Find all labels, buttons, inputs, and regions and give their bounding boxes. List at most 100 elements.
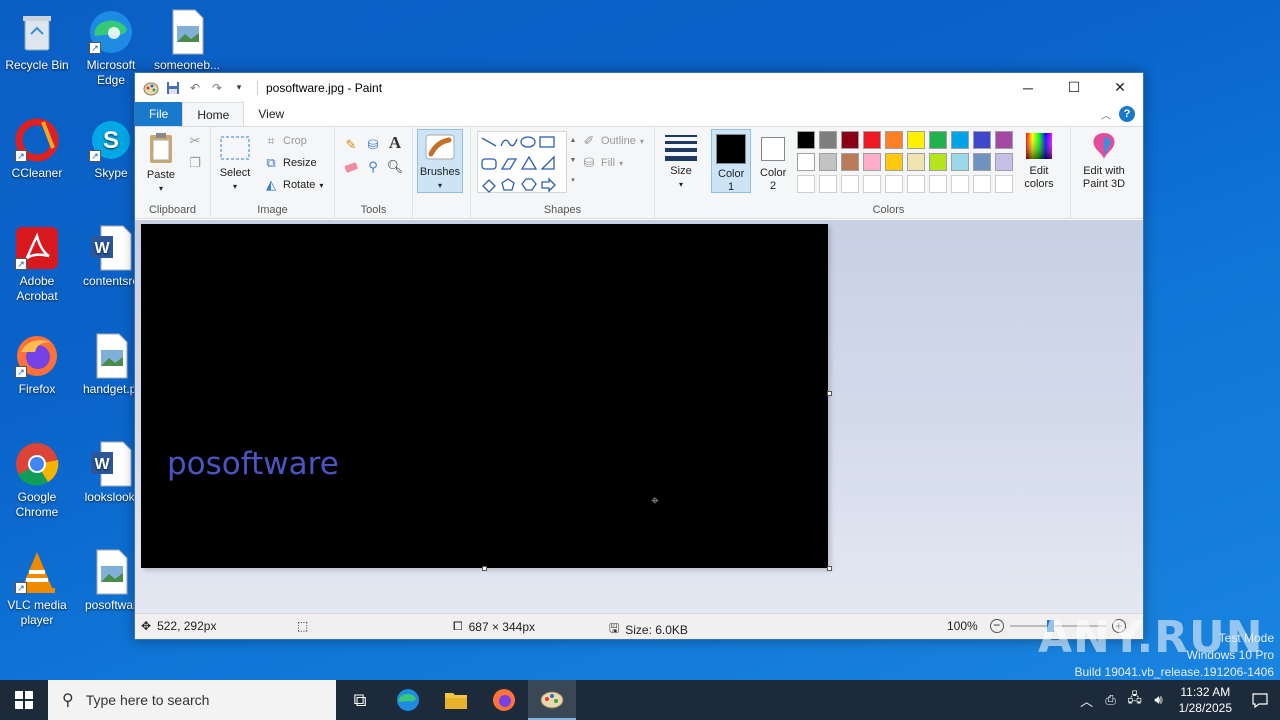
redo-icon[interactable]: ↷	[209, 80, 225, 96]
group-label: Shapes	[543, 204, 582, 216]
acrobat-icon: ↗	[13, 224, 61, 272]
edge-icon: ↗	[87, 8, 135, 56]
tab-file[interactable]: File	[135, 102, 183, 126]
edit-colors-button[interactable]: Edit colors	[1021, 131, 1057, 191]
palette-swatch[interactable]	[885, 131, 903, 149]
shapes-gallery-scroll[interactable]: ▲ ▼ ▾	[569, 131, 577, 193]
close-button[interactable]: ✕	[1097, 73, 1143, 102]
text-tool[interactable]: A	[387, 133, 403, 152]
palette-swatch[interactable]	[907, 153, 925, 171]
palette-swatch[interactable]	[951, 153, 969, 171]
show-hidden-icons-icon[interactable]: ︿	[1075, 691, 1099, 710]
shapes-gallery[interactable]	[477, 131, 567, 193]
palette-swatch[interactable]	[841, 175, 859, 193]
desktop-icon-ccleaner[interactable]: ↗ CCleaner	[0, 116, 74, 181]
palette-swatch[interactable]	[973, 175, 991, 193]
desktop-icon-someoneb[interactable]: someoneb...	[150, 8, 224, 73]
file-size: 🖫︎ Size: 6.0KB	[609, 619, 688, 640]
volume-icon[interactable]: 🔊︎	[1147, 692, 1171, 708]
palette-swatch[interactable]	[797, 175, 815, 193]
palette-swatch[interactable]	[819, 131, 837, 149]
palette-swatch[interactable]	[951, 175, 969, 193]
color-picker-tool[interactable]: ⚲	[365, 159, 381, 175]
start-button[interactable]	[0, 680, 48, 720]
pencil-tool[interactable]: ✎	[343, 137, 359, 153]
desktop-icon-vlc[interactable]: ↗ VLC media player	[0, 548, 74, 628]
tab-home[interactable]: Home	[182, 102, 245, 126]
copy-button[interactable]: ❐	[187, 155, 203, 171]
desktop-icon-chrome[interactable]: Google Chrome	[0, 440, 74, 520]
maximize-button[interactable]: ☐	[1051, 73, 1097, 102]
action-center-button[interactable]	[1240, 692, 1280, 708]
zoom-out-icon[interactable]: −	[989, 619, 1004, 633]
palette-swatch[interactable]	[907, 175, 925, 193]
color2-button[interactable]: Color 2	[753, 129, 793, 193]
palette-swatch[interactable]	[841, 131, 859, 149]
outline-button[interactable]: ✐ Outline ▾	[581, 133, 644, 149]
file-size-text: Size: 6.0KB	[625, 622, 688, 637]
eraser-tool[interactable]	[343, 159, 359, 175]
color1-button[interactable]: Color 1	[711, 129, 751, 193]
collapse-ribbon-icon[interactable]: ︿	[1101, 107, 1111, 122]
palette-swatch[interactable]	[863, 175, 881, 193]
resize-button[interactable]: ⧉ Resize	[263, 155, 316, 171]
palette-swatch[interactable]	[973, 131, 991, 149]
palette-swatch[interactable]	[863, 131, 881, 149]
undo-icon[interactable]: ↶	[187, 80, 203, 96]
palette-swatch[interactable]	[995, 175, 1013, 193]
palette-swatch[interactable]	[995, 131, 1013, 149]
resize-handle-right[interactable]	[827, 391, 832, 396]
help-icon[interactable]: ?	[1119, 106, 1135, 122]
cut-button[interactable]: ✂	[187, 133, 203, 149]
ccleaner-icon: ↗	[13, 116, 61, 164]
taskbar-edge[interactable]	[384, 680, 432, 720]
taskbar-paint[interactable]	[528, 680, 576, 720]
desktop-icon-firefox[interactable]: ↗ Firefox	[0, 332, 74, 397]
palette-swatch[interactable]	[907, 131, 925, 149]
magnifier-tool[interactable]: 🔍︎	[387, 159, 404, 175]
palette-swatch[interactable]	[951, 131, 969, 149]
customize-toolbar-icon[interactable]: ▾	[231, 80, 247, 96]
taskbar-search-box[interactable]: ⚲ Type here to search	[48, 680, 336, 720]
drawing-canvas[interactable]: posoftware ⌖	[141, 224, 828, 568]
taskbar-firefox[interactable]	[480, 680, 528, 720]
paste-button[interactable]: Paste ▾	[141, 131, 181, 195]
clock[interactable]: 11:32 AM 1/28/2025	[1171, 684, 1240, 716]
palette-swatch[interactable]	[841, 153, 859, 171]
palette-swatch[interactable]	[995, 153, 1013, 171]
svg-text:S: S	[103, 127, 119, 154]
palette-swatch[interactable]	[797, 153, 815, 171]
fill-button[interactable]: ⛁ Fill ▾	[581, 155, 624, 171]
network-icon[interactable]: 🖧︎	[1123, 689, 1147, 711]
resize-handle-bottom[interactable]	[482, 566, 487, 571]
rotate-button[interactable]: ◭ Rotate ▾	[263, 177, 323, 193]
palette-swatch[interactable]	[797, 131, 815, 149]
tab-view[interactable]: View	[244, 102, 298, 126]
minimize-button[interactable]: ─	[1005, 73, 1051, 102]
size-button[interactable]: Size ▾	[661, 131, 701, 191]
palette-swatch[interactable]	[819, 153, 837, 171]
palette-swatch[interactable]	[929, 153, 947, 171]
palette-swatch[interactable]	[885, 175, 903, 193]
palette-swatch[interactable]	[819, 175, 837, 193]
save-icon[interactable]	[165, 80, 181, 96]
edit-with-paint3d-button[interactable]: Edit with Paint 3D	[1075, 131, 1133, 191]
palette-swatch[interactable]	[863, 153, 881, 171]
desktop-icon-recycle-bin[interactable]: Recycle Bin	[0, 8, 74, 73]
task-view-button[interactable]: ⧉	[336, 680, 384, 720]
palette-swatch[interactable]	[929, 131, 947, 149]
color2-swatch	[761, 137, 785, 161]
select-button[interactable]: Select ▾	[217, 133, 253, 193]
palette-swatch[interactable]	[973, 153, 991, 171]
taskbar-file-explorer[interactable]	[432, 680, 480, 720]
device-icon[interactable]: ⎙	[1099, 692, 1123, 708]
palette-swatch[interactable]	[885, 153, 903, 171]
palette-swatch[interactable]	[929, 175, 947, 193]
test-mode-watermark: Test Mode Windows 10 Pro Build 19041.vb_…	[1075, 630, 1275, 681]
fill-tool[interactable]: ⛁	[365, 137, 381, 153]
brushes-button[interactable]: Brushes ▾	[417, 129, 463, 193]
crosshair-cursor-icon: ⌖	[651, 492, 659, 508]
desktop-icon-acrobat[interactable]: ↗ Adobe Acrobat	[0, 224, 74, 304]
crop-button[interactable]: ⌗ Crop	[263, 133, 307, 149]
resize-handle-corner[interactable]	[827, 566, 832, 571]
